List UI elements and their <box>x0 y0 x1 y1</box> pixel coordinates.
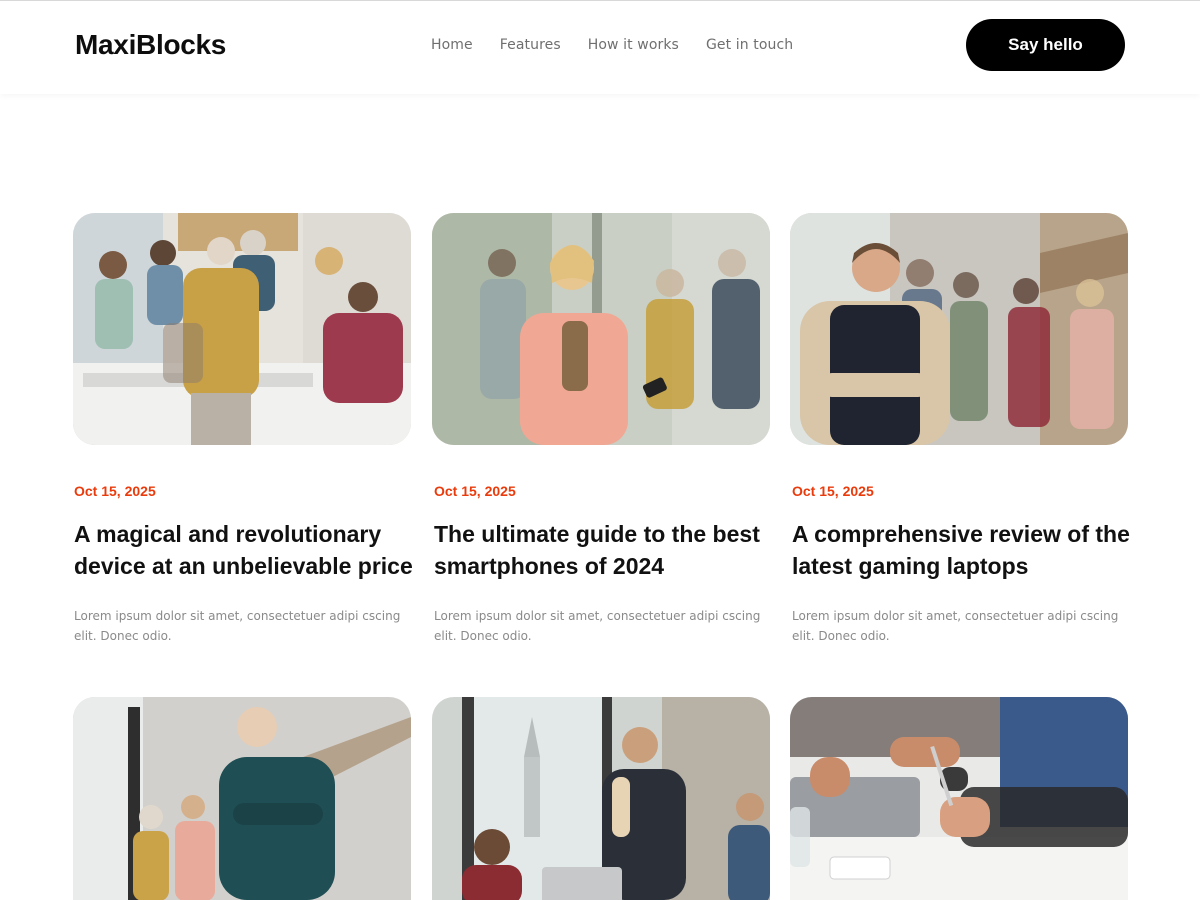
post-card <box>73 213 411 445</box>
nav-features[interactable]: Features <box>500 37 561 53</box>
post-title[interactable]: The ultimate guide to the best smartphon… <box>434 518 779 582</box>
post-title[interactable]: A comprehensive review of the latest gam… <box>792 518 1137 582</box>
post-card <box>73 697 411 900</box>
site-logo[interactable]: MaxiBlocks <box>75 29 226 61</box>
post-image[interactable] <box>790 213 1128 445</box>
post-image[interactable] <box>790 697 1128 900</box>
post-date: Oct 15, 2025 <box>74 483 156 499</box>
main-nav: Home Features How it works Get in touch <box>431 37 820 53</box>
nav-how-it-works[interactable]: How it works <box>588 37 679 53</box>
post-excerpt: Lorem ipsum dolor sit amet, consectetuer… <box>792 609 1119 643</box>
post-date: Oct 15, 2025 <box>792 483 874 499</box>
site-header: MaxiBlocks Home Features How it works Ge… <box>0 1 1200 94</box>
nav-home[interactable]: Home <box>431 37 473 53</box>
post-title[interactable]: A magical and revolutionary device at an… <box>74 518 419 582</box>
post-excerpt: Lorem ipsum dolor sit amet, consectetuer… <box>434 609 761 643</box>
post-card <box>432 697 770 900</box>
nav-get-in-touch[interactable]: Get in touch <box>706 37 793 53</box>
post-image[interactable] <box>73 213 411 445</box>
post-image[interactable] <box>73 697 411 900</box>
post-image[interactable] <box>432 697 770 900</box>
post-image[interactable] <box>432 213 770 445</box>
post-card <box>790 213 1128 445</box>
post-card <box>790 697 1128 900</box>
say-hello-button[interactable]: Say hello <box>966 19 1125 71</box>
post-excerpt: Lorem ipsum dolor sit amet, consectetuer… <box>74 609 401 643</box>
post-card <box>432 213 770 445</box>
post-date: Oct 15, 2025 <box>434 483 516 499</box>
